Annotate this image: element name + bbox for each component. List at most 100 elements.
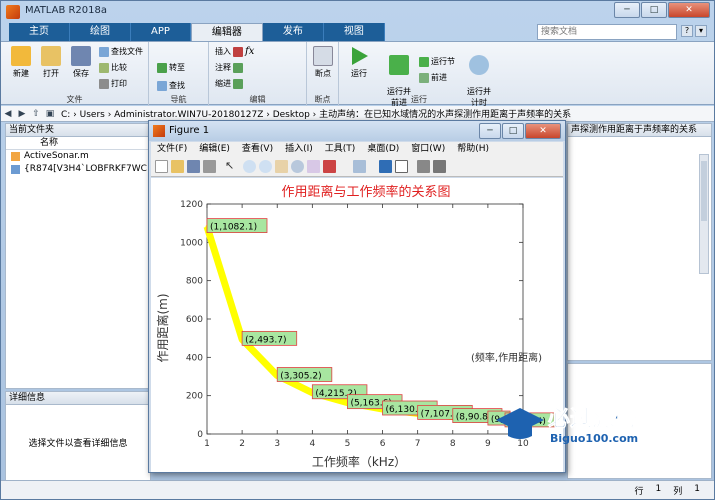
find-files-button[interactable]: 查找文件 <box>99 46 143 57</box>
details-title: 详细信息 <box>6 392 150 405</box>
run-label: 运行 <box>351 69 367 78</box>
menu-insert[interactable]: 插入(I) <box>279 142 319 157</box>
vertical-scrollbar[interactable] <box>699 154 709 274</box>
scrollbar-thumb[interactable] <box>701 161 707 221</box>
menu-desktop[interactable]: 桌面(D) <box>361 142 405 157</box>
name-column-header[interactable]: 名称 <box>6 137 150 150</box>
y-tick-label: 1200 <box>180 200 203 210</box>
watermark-logo: 必过源码 Biguo100.com <box>496 406 638 445</box>
run-section-button[interactable]: 运行节 <box>419 56 455 67</box>
nav-group-label: 导航 <box>170 95 187 104</box>
zoom-in-icon[interactable] <box>243 160 256 173</box>
search-input[interactable]: 搜索文档 <box>537 24 677 40</box>
comment-button[interactable]: 注释 <box>215 62 243 73</box>
folder-icon <box>41 46 61 66</box>
help-icon[interactable]: ? <box>681 25 693 37</box>
file-item[interactable]: {R874[V3H4`LOBFRKF7WC <box>6 163 150 176</box>
tab-view[interactable]: 视图 <box>323 23 385 41</box>
new-figure-icon[interactable] <box>155 160 168 173</box>
figure-close-button[interactable]: ✕ <box>525 123 561 139</box>
y-tick-label: 800 <box>186 277 203 287</box>
breakpoints-button[interactable]: 断点 <box>309 46 337 79</box>
menu-tools[interactable]: 工具(T) <box>319 142 362 157</box>
run-section-icon <box>419 56 429 67</box>
menu-view[interactable]: 查看(V) <box>236 142 279 157</box>
maximize-button[interactable]: □ <box>641 2 667 18</box>
close-button[interactable]: ✕ <box>668 2 710 18</box>
goto-button[interactable]: 转至 <box>157 62 185 73</box>
tab-apps[interactable]: APP <box>131 23 191 41</box>
save-icon <box>71 46 91 66</box>
breakpoints-group-label: 断点 <box>314 95 331 104</box>
tab-home[interactable]: 主页 <box>9 23 70 41</box>
run-section-label: 运行节 <box>431 57 455 66</box>
figure-minimize-button[interactable]: ─ <box>479 123 501 139</box>
minimize-button[interactable]: ─ <box>614 2 640 18</box>
breakpoints-group: 断点 断点 <box>307 42 339 106</box>
up-folder-icon[interactable]: ⇧ <box>29 109 43 119</box>
hide-tools-icon[interactable] <box>417 160 430 173</box>
current-path[interactable]: C: › Users › Administrator.WIN7U-2018012… <box>61 107 571 120</box>
menu-window[interactable]: 窗口(W) <box>405 142 451 157</box>
tab-plots[interactable]: 绘图 <box>70 23 131 41</box>
tab-editor[interactable]: 编辑器 <box>190 23 263 41</box>
menu-edit[interactable]: 编辑(E) <box>193 142 236 157</box>
print-icon[interactable] <box>203 160 216 173</box>
rotate-icon[interactable] <box>291 160 304 173</box>
function-icon[interactable]: fx <box>245 46 254 57</box>
indent-button[interactable]: 缩进 <box>215 78 243 89</box>
file-item[interactable]: ActiveSonar.m <box>6 150 150 163</box>
figure-maximize-button[interactable]: □ <box>502 123 524 139</box>
edit-group: 插入 fx 注释 缩进 编辑 <box>209 42 307 106</box>
figure-title-bar: Figure 1 ─ □ ✕ <box>149 121 565 141</box>
link-plot-icon[interactable] <box>353 160 366 173</box>
pointer-icon[interactable]: ↖ <box>225 160 238 173</box>
annotation-text: (频率,作用距离) <box>471 351 542 364</box>
new-button[interactable]: 新建 <box>7 46 35 79</box>
back-arrow-icon[interactable]: ◀ <box>1 109 15 119</box>
run-button[interactable]: 运行 <box>345 46 373 79</box>
menu-help[interactable]: 帮助(H) <box>451 142 495 157</box>
new-icon <box>11 46 31 66</box>
print-button[interactable]: 打印 <box>99 78 127 89</box>
watermark: 必过源码 Biguo100.com <box>490 398 690 446</box>
data-cursor-icon[interactable] <box>307 160 320 173</box>
y-tick-label: 400 <box>186 353 203 363</box>
compare-button[interactable]: 比较 <box>99 62 127 73</box>
m-file-icon <box>11 152 20 161</box>
pan-icon[interactable] <box>275 160 288 173</box>
brush-icon[interactable] <box>323 160 336 173</box>
show-tools-icon[interactable] <box>433 160 446 173</box>
file-name: {R874[V3H4`LOBFRKF7WC <box>24 164 147 174</box>
save-button[interactable]: 保存 <box>67 46 95 79</box>
comment-icon <box>233 62 243 73</box>
expand-icon[interactable]: ▾ <box>695 25 707 37</box>
matlab-logo-icon <box>6 5 20 19</box>
x-tick-label: 7 <box>415 439 421 449</box>
breakpoints-label: 断点 <box>315 69 331 78</box>
figure-logo-icon <box>153 125 165 137</box>
advance-button[interactable]: 前进 <box>419 72 447 83</box>
save-icon[interactable] <box>187 160 200 173</box>
chart-title: 作用距离与工作频率的关系图 <box>281 184 450 200</box>
goto-label: 转至 <box>169 63 185 72</box>
menu-file[interactable]: 文件(F) <box>151 142 193 157</box>
forward-arrow-icon[interactable]: ▶ <box>15 109 29 119</box>
colorbar-icon[interactable] <box>379 160 392 173</box>
col-value: 1 <box>694 484 700 494</box>
data-label: (2,493.7) <box>241 330 298 346</box>
open-icon[interactable] <box>171 160 184 173</box>
open-button[interactable]: 打开 <box>37 46 65 79</box>
data-label: (3,305.2) <box>276 367 333 382</box>
legend-icon[interactable] <box>395 160 408 173</box>
breakpoints-icon <box>313 46 333 66</box>
x-tick-label: 3 <box>274 439 280 449</box>
tab-publish[interactable]: 发布 <box>262 23 324 41</box>
browse-folder-icon[interactable]: ▣ <box>43 109 57 119</box>
find-button[interactable]: 查找 <box>157 80 185 91</box>
find-icon <box>157 80 167 91</box>
insert-button[interactable]: 插入 fx <box>215 46 254 57</box>
status-bar: 行 1 列 1 <box>1 480 714 499</box>
zoom-out-icon[interactable] <box>259 160 272 173</box>
insert-icon <box>233 46 243 57</box>
